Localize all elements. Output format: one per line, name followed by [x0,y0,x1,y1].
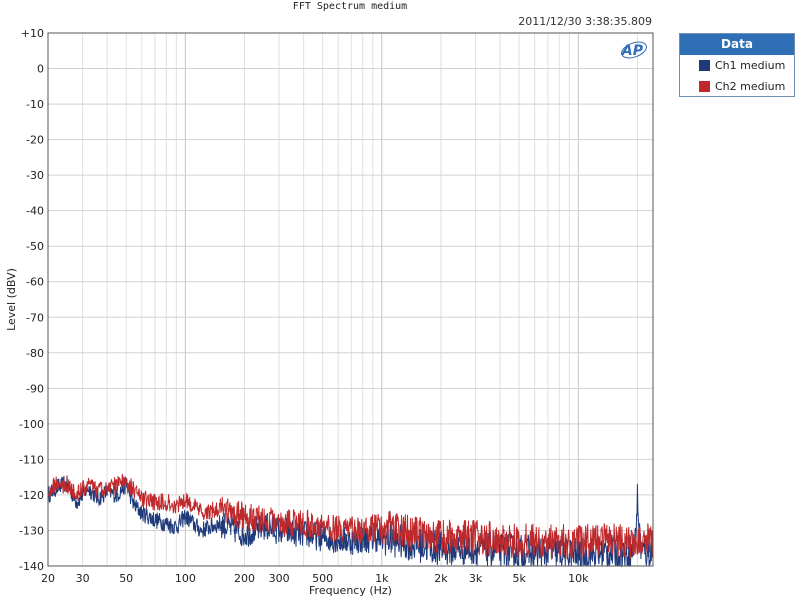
y-tick-label: -110 [19,453,44,466]
y-tick-label: -10 [26,98,44,111]
legend-swatch-ch1 [699,60,710,71]
y-tick-label: -30 [26,169,44,182]
legend-label-ch1: Ch1 medium [715,59,786,72]
plot-area [48,33,653,566]
x-tick-label: 30 [76,572,90,585]
x-tick-label: 20 [41,572,55,585]
legend: Data Ch1 medium Ch2 medium [679,33,795,97]
x-axis-label: Frequency (Hz) [309,584,392,597]
y-tick-label: -20 [26,134,44,147]
legend-swatch-ch2 [699,81,710,92]
x-tick-label: 10k [568,572,589,585]
legend-item-ch2[interactable]: Ch2 medium [680,76,794,97]
y-tick-label: -70 [26,311,44,324]
y-tick-label: 0 [37,63,44,76]
y-tick-label: -60 [26,276,44,289]
y-tick-label: -120 [19,489,44,502]
legend-label-ch2: Ch2 medium [715,80,786,93]
y-tick-label: -130 [19,524,44,537]
x-tick-label: 3k [469,572,483,585]
x-tick-label: 100 [175,572,196,585]
legend-item-ch1[interactable]: Ch1 medium [680,55,794,76]
y-tick-label: +10 [21,27,44,40]
y-tick-label: -50 [26,240,44,253]
x-tick-label: 2k [434,572,448,585]
y-axis-label: Level (dBV) [5,268,18,331]
x-tick-label: 300 [269,572,290,585]
x-tick-label: 200 [234,572,255,585]
y-tick-label: -80 [26,347,44,360]
y-tick-label: -100 [19,418,44,431]
x-tick-label: 5k [512,572,526,585]
x-tick-label: 50 [119,572,133,585]
y-tick-label: -40 [26,205,44,218]
y-tick-label: -90 [26,382,44,395]
legend-header: Data [680,34,794,55]
